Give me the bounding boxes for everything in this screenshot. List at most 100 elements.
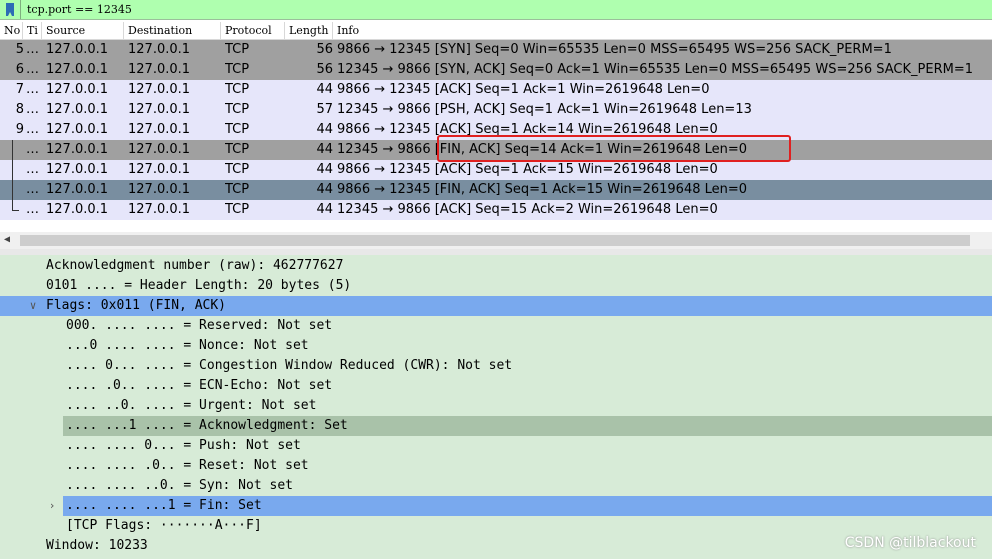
detail-row-flags[interactable]: ∨ Flags: 0x011 (FIN, ACK) [0, 296, 992, 316]
packet-destination: 127.0.0.1 [128, 42, 191, 57]
bookmark-icon[interactable] [6, 3, 14, 16]
packet-protocol: TCP [225, 82, 250, 97]
detail-row[interactable]: 000. .... .... = Reserved: Not set [0, 316, 992, 336]
packet-info: 9866 → 12345 [FIN, ACK] Seq=1 Ack=15 Win… [337, 182, 748, 197]
detail-row[interactable]: 0101 .... = Header Length: 20 bytes (5) [0, 276, 992, 296]
detail-text: .... ..0. .... = Urgent: Not set [66, 398, 317, 413]
packet-time: … [26, 42, 39, 57]
detail-text: Window: 10233 [46, 538, 148, 553]
expand-arrow-icon[interactable]: › [46, 496, 58, 516]
packet-destination: 127.0.0.1 [128, 202, 191, 217]
column-header-destination[interactable]: Destination [124, 22, 221, 40]
packet-time: … [26, 142, 39, 157]
packet-row[interactable]: 8 … 127.0.0.1 127.0.0.1 TCP 57 12345 → 9… [0, 100, 992, 120]
packet-destination: 127.0.0.1 [128, 142, 191, 157]
packet-info: 12345 → 9866 [SYN, ACK] Seq=0 Ack=1 Win=… [337, 62, 974, 77]
detail-row[interactable]: Acknowledgment number (raw): 462777627 [0, 256, 992, 276]
packet-row[interactable]: … 127.0.0.1 127.0.0.1 TCP 44 12345 → 986… [0, 140, 992, 160]
column-header-info[interactable]: Info [333, 22, 992, 40]
packet-info: 12345 → 9866 [ACK] Seq=15 Ack=2 Win=2619… [337, 202, 718, 217]
packet-length: 44 [316, 202, 333, 217]
packet-row[interactable]: 6 … 127.0.0.1 127.0.0.1 TCP 56 12345 → 9… [0, 60, 992, 80]
packet-time: … [26, 122, 39, 137]
packet-destination: 127.0.0.1 [128, 122, 191, 137]
detail-text: [TCP Flags: ·······A···F] [66, 518, 262, 533]
packet-row[interactable]: 5 … 127.0.0.1 127.0.0.1 TCP 56 9866 → 12… [0, 40, 992, 60]
detail-row[interactable]: .... 0... .... = Congestion Window Reduc… [0, 356, 992, 376]
packet-protocol: TCP [225, 122, 250, 137]
packet-time: … [26, 182, 39, 197]
detail-text: .... .... ..0. = Syn: Not set [66, 478, 293, 493]
column-header-no[interactable]: No [0, 22, 23, 40]
detail-text: 0101 .... = Header Length: 20 bytes (5) [46, 278, 352, 293]
packet-info: 9866 → 12345 [ACK] Seq=1 Ack=15 Win=2619… [337, 162, 718, 177]
detail-text: .... .... 0... = Push: Not set [66, 438, 301, 453]
detail-row[interactable]: .... .... 0... = Push: Not set [0, 436, 992, 456]
packet-protocol: TCP [225, 162, 250, 177]
packet-length: 57 [316, 102, 333, 117]
detail-row-acknowledgment[interactable]: .... ...1 .... = Acknowledgment: Set [63, 416, 992, 436]
scroll-left-icon[interactable]: ◀ [4, 235, 14, 245]
packet-row[interactable]: 9 … 127.0.0.1 127.0.0.1 TCP 44 9866 → 12… [0, 120, 992, 140]
packet-no: 9 [15, 122, 24, 137]
detail-row[interactable]: .... .... .0.. = Reset: Not set [0, 456, 992, 476]
detail-row[interactable]: .... .... ..0. = Syn: Not set [0, 476, 992, 496]
detail-row[interactable]: [TCP Flags: ·······A···F] [0, 516, 992, 536]
packet-destination: 127.0.0.1 [128, 162, 191, 177]
packet-list: 5 … 127.0.0.1 127.0.0.1 TCP 56 9866 → 12… [0, 40, 992, 220]
packet-length: 56 [316, 62, 333, 77]
packet-time: … [26, 102, 39, 117]
packet-source: 127.0.0.1 [46, 202, 109, 217]
display-filter-input[interactable] [20, 0, 980, 19]
packet-source: 127.0.0.1 [46, 102, 109, 117]
column-header-time[interactable]: Ti [23, 22, 42, 40]
packet-no: 6 [15, 62, 24, 77]
packet-source: 127.0.0.1 [46, 122, 109, 137]
column-header-protocol[interactable]: Protocol [221, 22, 285, 40]
detail-row[interactable]: .... ..0. .... = Urgent: Not set [0, 396, 992, 416]
detail-row-fin[interactable]: › .... .... ...1 = Fin: Set [0, 496, 992, 516]
packet-length: 44 [316, 162, 333, 177]
packet-source: 127.0.0.1 [46, 162, 109, 177]
packet-length: 44 [316, 122, 333, 137]
packet-destination: 127.0.0.1 [128, 102, 191, 117]
detail-text: ...0 .... .... = Nonce: Not set [66, 338, 309, 353]
packet-source: 127.0.0.1 [46, 62, 109, 77]
packet-row[interactable]: 7 … 127.0.0.1 127.0.0.1 TCP 44 9866 → 12… [0, 80, 992, 100]
packet-destination: 127.0.0.1 [128, 182, 191, 197]
packet-info: 12345 → 9866 [FIN, ACK] Seq=14 Ack=1 Win… [337, 142, 748, 157]
packet-row[interactable]: … 127.0.0.1 127.0.0.1 TCP 44 12345 → 986… [0, 200, 992, 220]
detail-row[interactable]: ...0 .... .... = Nonce: Not set [0, 336, 992, 356]
detail-text: .... .... .0.. = Reset: Not set [66, 458, 309, 473]
packet-row[interactable]: … 127.0.0.1 127.0.0.1 TCP 44 9866 → 1234… [0, 160, 992, 180]
packet-list-scrollbar[interactable]: ◀ [0, 232, 992, 249]
packet-time: … [26, 162, 39, 177]
conversation-line [12, 200, 19, 211]
scrollbar-thumb[interactable] [20, 235, 970, 246]
collapse-arrow-icon[interactable]: ∨ [27, 296, 39, 316]
packet-source: 127.0.0.1 [46, 42, 109, 57]
packet-time: … [26, 202, 39, 217]
conversation-line [12, 160, 13, 180]
packet-no: 8 [15, 102, 24, 117]
detail-row[interactable]: Window: 10233 [0, 536, 992, 556]
packet-protocol: TCP [225, 202, 250, 217]
detail-row[interactable]: .... .0.. .... = ECN-Echo: Not set [0, 376, 992, 396]
packet-time: … [26, 62, 39, 77]
packet-protocol: TCP [225, 102, 250, 117]
column-header-length[interactable]: Length [285, 22, 333, 40]
packet-info: 12345 → 9866 [PSH, ACK] Seq=1 Ack=1 Win=… [337, 102, 752, 117]
packet-length: 44 [316, 82, 333, 97]
packet-details-pane: Acknowledgment number (raw): 462777627 0… [0, 255, 992, 559]
packet-length: 44 [316, 142, 333, 157]
packet-length: 56 [316, 42, 333, 57]
packet-time: … [26, 82, 39, 97]
packet-source: 127.0.0.1 [46, 142, 109, 157]
packet-info: 9866 → 12345 [ACK] Seq=1 Ack=1 Win=26196… [337, 82, 710, 97]
packet-no: 5 [15, 42, 24, 57]
packet-list-header: No Ti Source Destination Protocol Length… [0, 22, 992, 40]
column-header-source[interactable]: Source [42, 22, 124, 40]
detail-text: .... ...1 .... = Acknowledgment: Set [66, 418, 348, 433]
packet-row-selected[interactable]: … 127.0.0.1 127.0.0.1 TCP 44 9866 → 1234… [0, 180, 992, 200]
conversation-line [12, 140, 13, 160]
